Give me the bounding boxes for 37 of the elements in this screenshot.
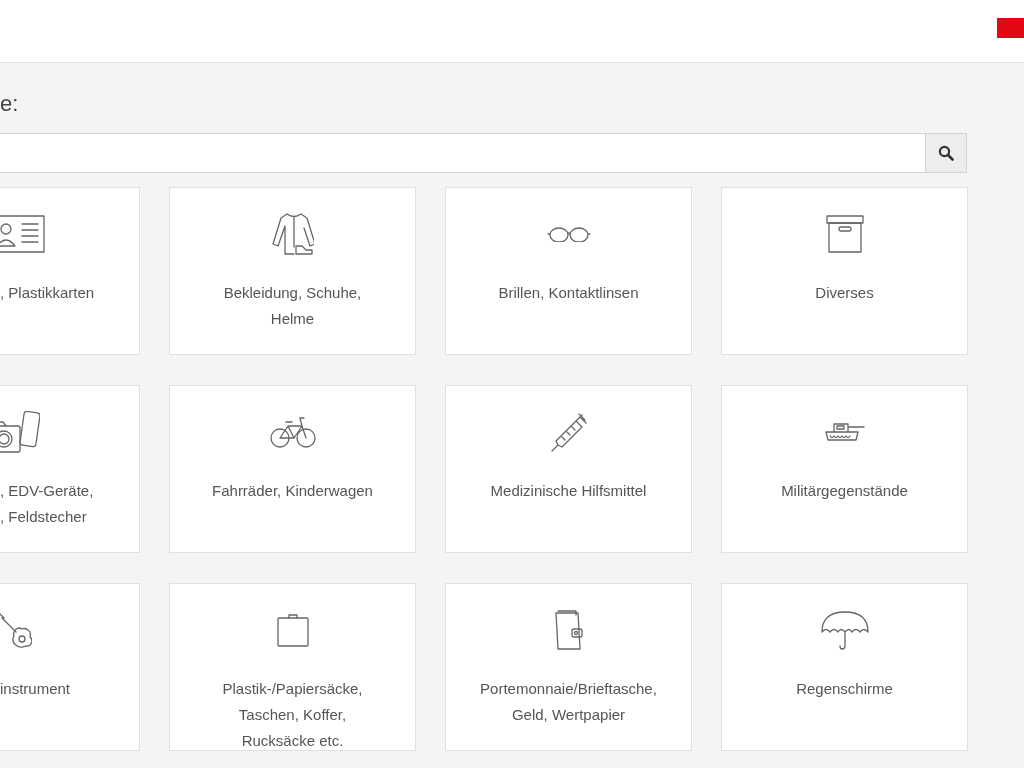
tank-icon — [824, 423, 865, 441]
category-card[interactable]: , EDV-Geräte, , Feldstecher — [0, 385, 140, 553]
camera-phone-icon — [0, 411, 40, 453]
category-label: Bekleidung, Schuhe, Helme — [223, 283, 362, 329]
briefcase-icon — [276, 613, 309, 647]
category-card[interactable]: instrument — [0, 583, 140, 751]
category-card[interactable]: Regenschirme — [721, 583, 968, 751]
category-label: , Plastikkarten — [0, 283, 95, 303]
box-icon — [825, 215, 864, 253]
category-label: instrument — [0, 679, 71, 699]
category-card[interactable]: Medizinische Hilfsmittel — [445, 385, 692, 553]
category-label: Militärgegenstände — [781, 481, 908, 501]
category-card[interactable]: Militärgegenstände — [721, 385, 968, 553]
category-card[interactable]: Fahrräder, Kinderwagen — [169, 385, 416, 553]
category-card[interactable]: Plastik-/Papiersäcke, Taschen, Koffer, Rucksäcke etc. — [169, 583, 416, 751]
bicycle-icon — [269, 416, 316, 448]
category-label: Medizinische Hilfsmittel — [490, 481, 647, 501]
category-label: Regenschirme — [796, 679, 893, 699]
category-card[interactable]: Portemonnaie/Brieftasche, Geld, Wertpapier — [445, 583, 692, 751]
category-label: , EDV-Geräte, , Feldstecher — [0, 481, 94, 527]
jacket-icon — [271, 213, 314, 255]
page-heading: e: — [0, 91, 20, 118]
syringe-icon — [550, 412, 587, 452]
category-label: Brillen, Kontaktlinsen — [498, 283, 639, 303]
id-card-icon — [0, 215, 45, 253]
logo-mark[interactable] — [997, 18, 1024, 38]
glasses-icon — [546, 226, 591, 242]
category-label: Fahrräder, Kinderwagen — [212, 481, 373, 501]
category-card[interactable]: Diverses — [721, 187, 968, 355]
category-label: Plastik-/Papiersäcke, Taschen, Koffer, Rucksäcke etc. — [222, 679, 363, 751]
umbrella-icon — [820, 610, 869, 650]
category-label: Portemonnaie/Brieftasche, Geld, Wertpapier — [480, 679, 657, 725]
category-card[interactable]: Bekleidung, Schuhe, Helme — [169, 187, 416, 355]
category-label: Diverses — [815, 283, 874, 303]
category-card[interactable]: , Plastikkarten — [0, 187, 140, 355]
category-card[interactable]: Brillen, Kontaktlinsen — [445, 187, 692, 355]
wallet-icon — [554, 610, 583, 650]
